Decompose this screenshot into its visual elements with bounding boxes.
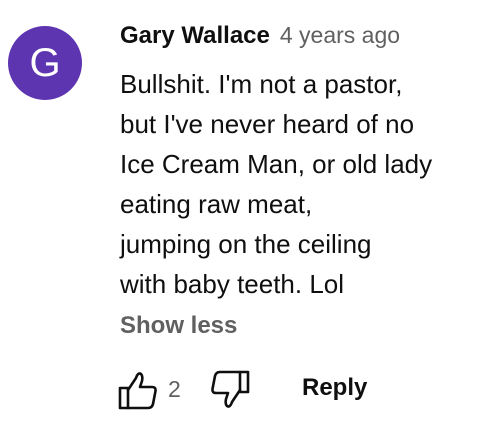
comment-actions: 2 Reply	[116, 368, 476, 412]
reply-button[interactable]: Reply	[302, 374, 367, 402]
thumbs-up-icon	[118, 372, 157, 410]
comment-timestamp[interactable]: 4 years ago	[280, 22, 400, 49]
comment: G Gary Wallace 4 years ago Bullshit. I'm…	[0, 0, 484, 428]
comment-header: Gary Wallace 4 years ago	[120, 22, 475, 56]
avatar-letter: G	[29, 40, 61, 85]
author-name[interactable]: Gary Wallace	[120, 22, 270, 50]
like-button[interactable]	[116, 368, 160, 412]
avatar[interactable]: G	[8, 26, 82, 100]
thumbs-down-icon	[211, 370, 250, 408]
comment-text: Bullshit. I'm not a pastor, but I've nev…	[120, 64, 475, 304]
like-count: 2	[168, 376, 181, 402]
comment-text-line: eating raw meat,	[120, 189, 313, 219]
dislike-button[interactable]	[208, 368, 252, 412]
comment-text-line: Bullshit. I'm not a pastor,	[120, 69, 403, 99]
comment-text-line: with baby teeth. Lol	[120, 269, 345, 299]
comment-text-line: but I've never heard of no	[120, 109, 415, 139]
comment-content: Gary Wallace 4 years ago Bullshit. I'm n…	[120, 22, 475, 304]
comment-text-line: Ice Cream Man, or old lady	[120, 149, 433, 179]
show-less-button[interactable]: Show less	[120, 312, 237, 340]
comment-text-line: jumping on the ceiling	[120, 229, 372, 259]
